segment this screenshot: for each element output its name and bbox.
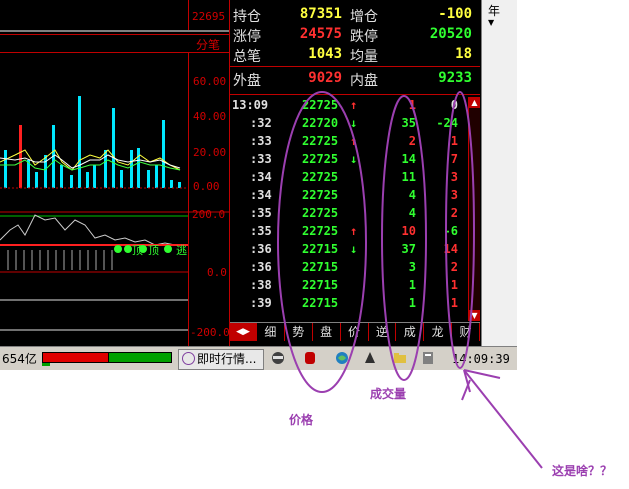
annotation-overlay bbox=[277, 91, 543, 469]
annotation-question: 这是啥？？ bbox=[552, 464, 613, 478]
annotation-price: 价格 bbox=[289, 413, 314, 427]
annotation-volume: 成交量 bbox=[370, 387, 407, 401]
volume-circle bbox=[381, 95, 427, 381]
change-circle bbox=[445, 91, 475, 369]
price-circle bbox=[277, 91, 367, 393]
arrow-line bbox=[463, 369, 543, 469]
